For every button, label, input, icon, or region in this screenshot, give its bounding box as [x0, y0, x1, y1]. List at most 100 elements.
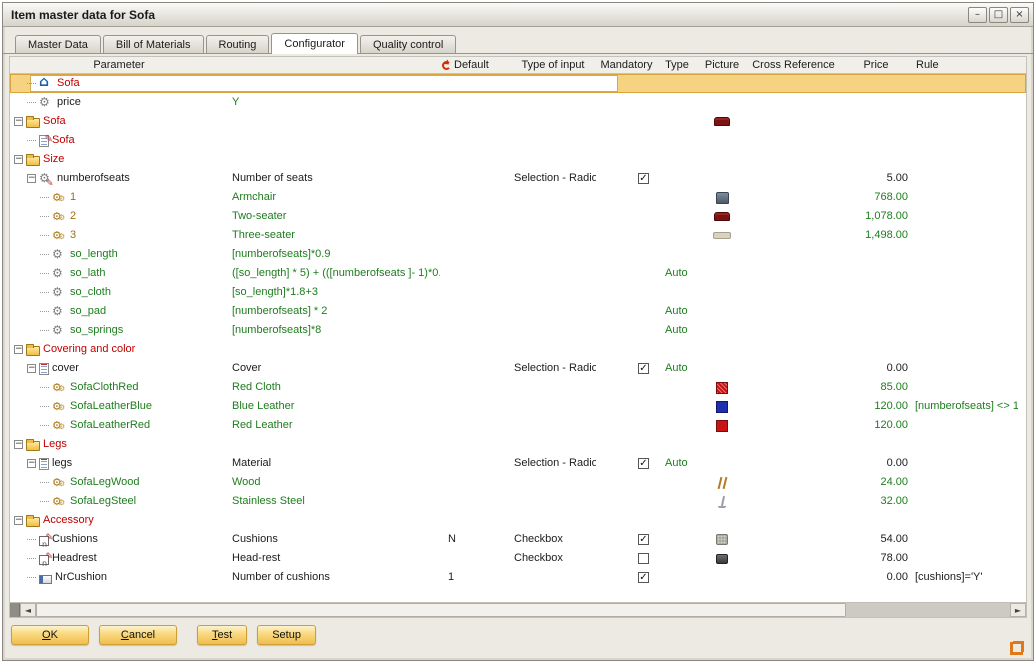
table-row[interactable]: SofaLegSteelStainless Steel32.00 — [10, 492, 1026, 511]
table-row[interactable]: −numberofseatsNumber of seatsSelection -… — [10, 169, 1026, 188]
table-row[interactable]: Sofa — [10, 74, 1026, 93]
gear-gold-icon — [52, 229, 67, 242]
table-row[interactable]: SofaLeatherBlueBlue Leather120.00[number… — [10, 397, 1026, 416]
table-row[interactable]: SofaLegWoodWood24.00 — [10, 473, 1026, 492]
price-cell — [840, 74, 912, 93]
table-row[interactable]: CushionsCushionsNCheckbox✓54.00 — [10, 530, 1026, 549]
parameter-name: NrCushion — [55, 568, 107, 587]
column-header-type-of-input[interactable]: Type of input — [510, 59, 596, 71]
column-header-type[interactable]: Type — [657, 59, 697, 71]
rule-cell — [912, 207, 1018, 226]
table-row[interactable]: Sofa — [10, 131, 1026, 150]
price-cell: 32.00 — [840, 492, 912, 511]
tree-collapse-icon[interactable]: − — [27, 364, 36, 373]
price-cell: 5.00 — [840, 169, 912, 188]
mandatory-checkbox[interactable] — [638, 553, 649, 564]
mandatory-checkbox[interactable]: ✓ — [638, 534, 649, 545]
tab-bill-of-materials[interactable]: Bill of Materials — [103, 35, 204, 53]
maximize-button[interactable]: □ — [989, 7, 1008, 23]
parameter-name: so_length — [70, 245, 118, 264]
table-row[interactable]: 1Armchair768.00 — [10, 188, 1026, 207]
test-button[interactable]: Test — [197, 625, 247, 645]
mandatory-checkbox[interactable]: ✓ — [638, 572, 649, 583]
table-row[interactable]: HeadrestHead-restCheckbox78.00 — [10, 549, 1026, 568]
parameter-name: SofaClothRed — [70, 378, 139, 397]
table-row[interactable]: so_pad[numberofseats] * 2Auto — [10, 302, 1026, 321]
rule-cell — [912, 93, 1018, 112]
table-row[interactable]: so_lath([so_length] * 5) + (([numberofse… — [10, 264, 1026, 283]
description-cell: Three-seater — [228, 226, 440, 245]
tab-quality-control[interactable]: Quality control — [360, 35, 456, 53]
grid-header: Parameter DefaultType of inputMandatoryTy… — [10, 57, 1026, 74]
mandatory-checkbox[interactable]: ✓ — [638, 173, 649, 184]
minimize-button[interactable]: – — [968, 7, 987, 23]
table-row[interactable]: 3Three-seater1,498.00 — [10, 226, 1026, 245]
description-cell: Red Leather — [228, 416, 440, 435]
horizontal-scrollbar[interactable]: ◄ ► — [10, 602, 1026, 617]
column-header-price[interactable]: Price — [840, 59, 912, 71]
tree-collapse-icon[interactable]: − — [27, 174, 36, 183]
tree-collapse-icon[interactable]: − — [14, 117, 23, 126]
picture-cell — [697, 169, 747, 188]
scrollbar-thumb[interactable] — [36, 603, 846, 617]
scroll-left-icon: ◄ — [25, 606, 31, 615]
tab-configurator[interactable]: Configurator — [271, 33, 358, 54]
table-row[interactable]: priceY — [10, 93, 1026, 112]
table-row[interactable]: −Legs — [10, 435, 1026, 454]
setup-button[interactable]: Setup — [257, 625, 316, 645]
tree-collapse-icon[interactable]: − — [27, 459, 36, 468]
type-of-input-cell — [510, 511, 596, 530]
cancel-button[interactable]: Cancel — [99, 625, 177, 645]
mandatory-checkbox[interactable]: ✓ — [638, 458, 649, 469]
tree-collapse-icon[interactable]: − — [14, 440, 23, 449]
tree-collapse-icon[interactable]: − — [14, 345, 23, 354]
table-row[interactable]: −Size — [10, 150, 1026, 169]
tree-line — [40, 216, 49, 217]
parameter-name: SofaLeatherRed — [70, 416, 150, 435]
rule-cell — [912, 454, 1018, 473]
table-row[interactable]: SofaClothRedRed Cloth85.00 — [10, 378, 1026, 397]
tab-routing[interactable]: Routing — [206, 35, 270, 53]
mandatory-cell: ✓ — [596, 568, 657, 587]
tree-collapse-icon[interactable]: − — [14, 516, 23, 525]
tree-collapse-icon[interactable]: − — [14, 155, 23, 164]
column-header-rule[interactable]: Rule — [912, 59, 1018, 71]
form-settings-icon[interactable] — [1010, 642, 1023, 655]
mandatory-cell — [596, 511, 657, 530]
scroll-right-button[interactable]: ► — [1010, 603, 1026, 617]
column-header-picture[interactable]: Picture — [697, 59, 747, 71]
table-row[interactable]: 2Two-seater1,078.00 — [10, 207, 1026, 226]
column-header-mandatory[interactable]: Mandatory — [596, 59, 657, 71]
tab-master-data[interactable]: Master Data — [15, 35, 101, 53]
table-row[interactable]: −Sofa — [10, 112, 1026, 131]
column-header-parameter[interactable]: Parameter — [10, 59, 228, 71]
table-row[interactable]: so_length[numberofseats]*0.9 — [10, 245, 1026, 264]
type-cell — [657, 283, 697, 302]
field-icon — [39, 575, 52, 584]
column-header-default[interactable]: Default — [440, 59, 510, 71]
picture-cell — [697, 264, 747, 283]
scrollbar-splitter-handle[interactable] — [10, 603, 20, 617]
mandatory-checkbox[interactable]: ✓ — [638, 363, 649, 374]
table-row[interactable]: −Covering and color — [10, 340, 1026, 359]
table-row[interactable]: so_cloth[so_length]*1.8+3 — [10, 283, 1026, 302]
tree-line — [40, 501, 49, 502]
table-row[interactable]: −legsMaterialSelection - Radiobox✓Auto0.… — [10, 454, 1026, 473]
type-cell — [657, 568, 697, 587]
tree-line — [40, 235, 49, 236]
price-cell — [840, 321, 912, 340]
ok-button[interactable]: OK — [11, 625, 89, 645]
table-row[interactable]: NrCushionNumber of cushions1✓0.00[cushio… — [10, 568, 1026, 587]
column-header-cross-reference[interactable]: Cross Reference — [747, 59, 840, 71]
table-row[interactable]: SofaLeatherRedRed Leather120.00 — [10, 416, 1026, 435]
parameter-cell: Headrest — [10, 549, 228, 568]
type-cell — [657, 416, 697, 435]
parameter-cell: −Covering and color — [10, 340, 228, 359]
scroll-left-button[interactable]: ◄ — [20, 603, 36, 617]
scrollbar-track[interactable] — [846, 603, 1010, 617]
picture-cell — [697, 492, 747, 511]
table-row[interactable]: so_springs[numberofseats]*8Auto — [10, 321, 1026, 340]
table-row[interactable]: −coverCoverSelection - Radiobox✓Auto0.00 — [10, 359, 1026, 378]
close-button[interactable]: × — [1010, 7, 1029, 23]
table-row[interactable]: −Accessory — [10, 511, 1026, 530]
